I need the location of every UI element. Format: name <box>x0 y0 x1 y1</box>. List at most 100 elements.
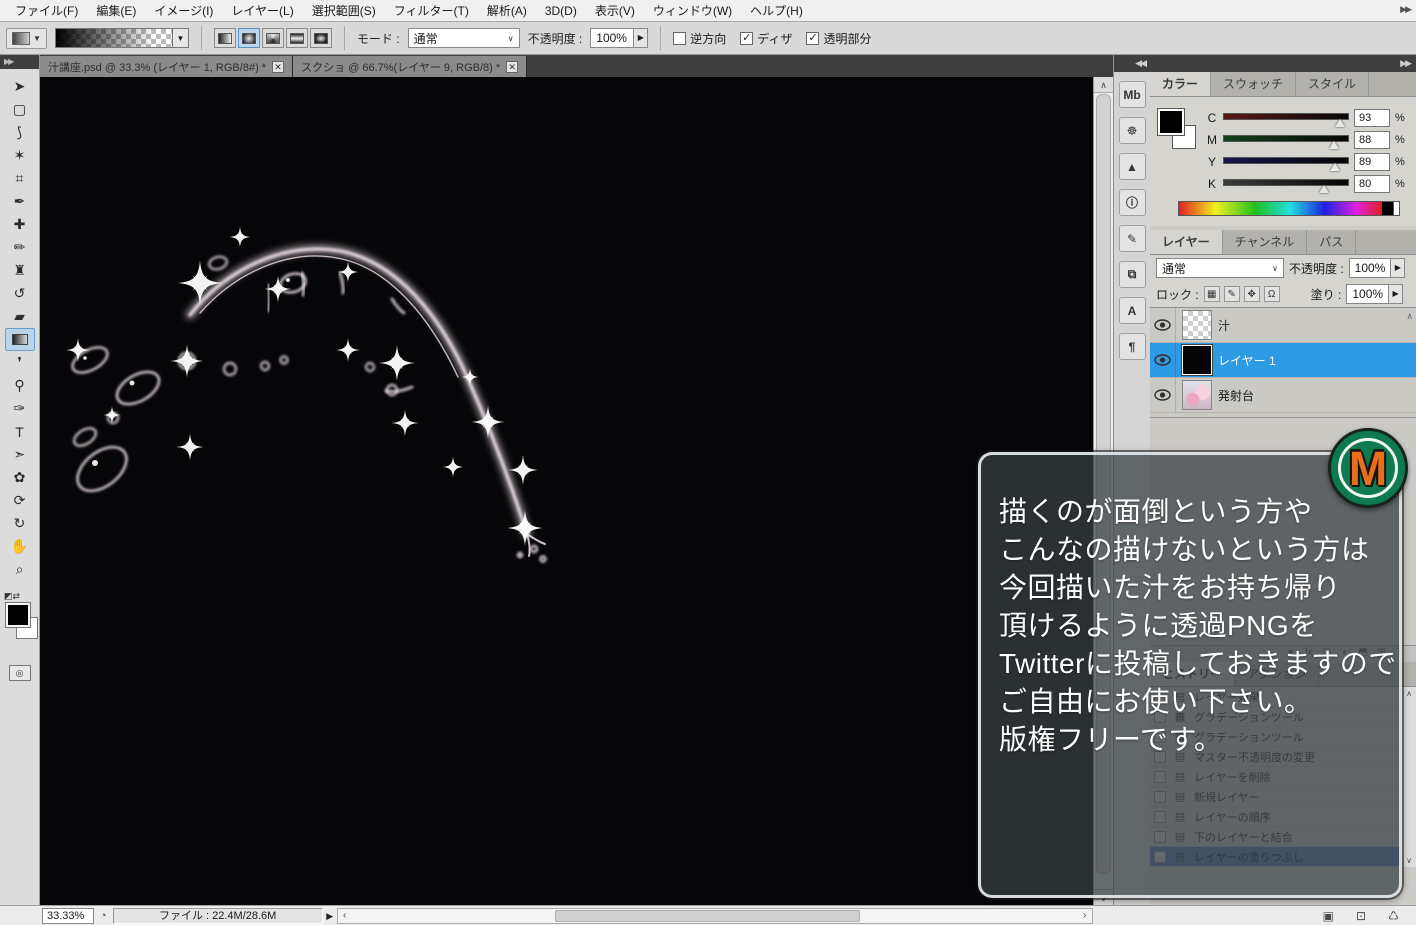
color-panel-tab[interactable]: スタイル <box>1296 72 1369 96</box>
option-checkbox[interactable]: 逆方向 <box>673 30 726 47</box>
linear-gradient-icon[interactable] <box>214 28 236 48</box>
menu-item[interactable]: イメージ(I) <box>145 0 222 21</box>
scroll-up-icon[interactable]: ∧ <box>1402 689 1416 698</box>
delete-state-icon[interactable]: ♺ <box>1388 909 1399 923</box>
channel-value-input[interactable]: 88 <box>1354 131 1390 149</box>
clone-stamp-tool[interactable]: ♜ <box>5 259 35 282</box>
layer-thumbnail[interactable] <box>1182 345 1212 375</box>
opacity-spinner-icon[interactable]: ▶ <box>634 28 648 48</box>
scroll-left-icon[interactable]: ‹ <box>338 910 352 921</box>
lock-pixels-icon[interactable]: ✎ <box>1224 286 1240 302</box>
gradient-dropdown-icon[interactable]: ▼ <box>173 28 189 48</box>
close-icon[interactable]: ✕ <box>506 61 518 73</box>
lock-transparency-icon[interactable]: ▦ <box>1204 286 1220 302</box>
status-flyout-icon[interactable]: ▶ <box>323 908 337 924</box>
slider-marker-icon[interactable] <box>1319 185 1329 193</box>
foreground-color-swatch[interactable] <box>1158 109 1184 135</box>
spectrum-gradient[interactable] <box>1178 201 1382 216</box>
channel-slider[interactable] <box>1223 132 1349 148</box>
layer-blend-mode-select[interactable]: 通常 ∨ <box>1156 258 1284 278</box>
marquee-tool[interactable]: ▢ <box>5 98 35 121</box>
document-tab[interactable]: スクショ @ 66.7%(レイヤー 9, RGB/8) * ✕ <box>293 56 527 77</box>
menu-item[interactable]: ウィンドウ(W) <box>644 0 741 21</box>
shape-tool[interactable]: ✿ <box>5 466 35 489</box>
radial-gradient-icon[interactable] <box>238 28 260 48</box>
orbit-3d-tool[interactable]: ↻ <box>5 512 35 535</box>
gradient-preview[interactable] <box>55 28 173 48</box>
horizontal-scroll-track[interactable] <box>352 909 1078 923</box>
slider-marker-icon[interactable] <box>1335 119 1345 127</box>
option-checkbox[interactable]: ✓ ディザ <box>740 30 792 47</box>
info-icon[interactable]: ⓘ <box>1119 189 1146 216</box>
color-panel-tab[interactable]: スウォッチ <box>1211 72 1296 96</box>
visibility-eye-icon[interactable] <box>1150 343 1176 377</box>
blur-tool[interactable]: ❜ <box>5 351 35 374</box>
swap-colors-icon[interactable]: ◩⇄ <box>4 591 20 602</box>
zoom-tool[interactable]: ⌕ <box>5 558 35 581</box>
angle-gradient-icon[interactable] <box>262 28 284 48</box>
mini-bridge-icon[interactable]: Mb <box>1119 81 1146 108</box>
slider-marker-icon[interactable] <box>1329 141 1339 149</box>
layers-panel-tab[interactable]: パス <box>1307 230 1356 254</box>
canvas[interactable] <box>40 77 1093 905</box>
tool-preset-picker[interactable]: ▼ <box>6 28 47 49</box>
menu-item[interactable]: ファイル(F) <box>6 0 87 21</box>
option-checkbox[interactable]: ✓ 透明部分 <box>806 30 871 47</box>
spectrum-black-swatch[interactable] <box>1382 201 1394 216</box>
dock-collapse-icon[interactable]: ◀◀ <box>1114 55 1150 72</box>
quick-mask-button[interactable]: ◎ <box>9 665 31 681</box>
navigator-icon[interactable]: ☸ <box>1119 117 1146 144</box>
history-brush-tool[interactable]: ↺ <box>5 282 35 305</box>
scroll-right-icon[interactable]: › <box>1078 910 1092 921</box>
channel-slider[interactable] <box>1223 110 1349 126</box>
color-panel-tab[interactable]: カラー <box>1150 72 1211 96</box>
layer-opacity-input[interactable]: 100% <box>1349 258 1392 278</box>
character-icon[interactable]: A <box>1119 297 1146 324</box>
layer-fill-input[interactable]: 100% <box>1346 284 1389 304</box>
color-spectrum-bar[interactable] <box>1178 201 1400 216</box>
menu-item[interactable]: 表示(V) <box>586 0 644 21</box>
layer-thumbnail[interactable] <box>1182 310 1212 340</box>
menu-item[interactable]: 3D(D) <box>536 2 586 20</box>
channel-value-input[interactable]: 89 <box>1354 153 1390 171</box>
tool-presets-icon[interactable]: ✎ <box>1119 225 1146 252</box>
slider-marker-icon[interactable] <box>1330 163 1340 171</box>
visibility-eye-icon[interactable] <box>1150 308 1176 342</box>
lasso-tool[interactable]: ⟆ <box>5 121 35 144</box>
layer-opacity-spinner-icon[interactable]: ▶ <box>1391 258 1405 278</box>
magic-wand-tool[interactable]: ✶ <box>5 144 35 167</box>
scroll-down-icon[interactable]: ∨ <box>1402 856 1416 865</box>
reflected-gradient-icon[interactable] <box>286 28 308 48</box>
healing-brush-tool[interactable]: ✚ <box>5 213 35 236</box>
diamond-gradient-icon[interactable] <box>310 28 332 48</box>
channel-value-input[interactable]: 93 <box>1354 109 1390 127</box>
visibility-eye-icon[interactable] <box>1150 378 1176 412</box>
dodge-tool[interactable]: ⚲ <box>5 374 35 397</box>
menu-item[interactable]: 選択範囲(S) <box>303 0 385 21</box>
opacity-input[interactable]: 100% <box>590 28 634 48</box>
eyedropper-tool[interactable]: ✒ <box>5 190 35 213</box>
lock-position-icon[interactable]: ✥ <box>1244 286 1260 302</box>
checkbox-icon[interactable] <box>673 32 686 45</box>
checkbox-icon[interactable]: ✓ <box>740 32 753 45</box>
layer-fill-spinner-icon[interactable]: ▶ <box>1389 284 1403 304</box>
menu-item[interactable]: 編集(E) <box>87 0 145 21</box>
brush-tool[interactable]: ✏ <box>5 236 35 259</box>
gradient-preview-picker[interactable]: ▼ <box>55 28 189 48</box>
paragraph-icon[interactable]: ¶ <box>1119 333 1146 360</box>
canvas-horizontal-scrollbar[interactable]: ‹ › <box>337 908 1093 924</box>
checkbox-icon[interactable]: ✓ <box>806 32 819 45</box>
blend-mode-select[interactable]: 通常 ∨ <box>408 28 520 48</box>
type-tool[interactable]: T <box>5 420 35 443</box>
histogram-icon[interactable]: ▲ <box>1119 153 1146 180</box>
lock-all-icon[interactable]: Ω <box>1264 286 1280 302</box>
close-icon[interactable]: ✕ <box>272 61 284 73</box>
panels-collapse-icon[interactable]: ▶▶ <box>1150 55 1416 72</box>
menu-item[interactable]: ヘルプ(H) <box>741 0 812 21</box>
zoom-level-input[interactable]: 33.33% <box>42 908 94 924</box>
clone-source-icon[interactable]: ⧉ <box>1119 261 1146 288</box>
layer-row[interactable]: 汁 <box>1150 308 1416 343</box>
scroll-up-icon[interactable]: ∧ <box>1094 77 1113 93</box>
layers-panel-tab[interactable]: チャンネル <box>1223 230 1308 254</box>
pen-tool[interactable]: ✑ <box>5 397 35 420</box>
